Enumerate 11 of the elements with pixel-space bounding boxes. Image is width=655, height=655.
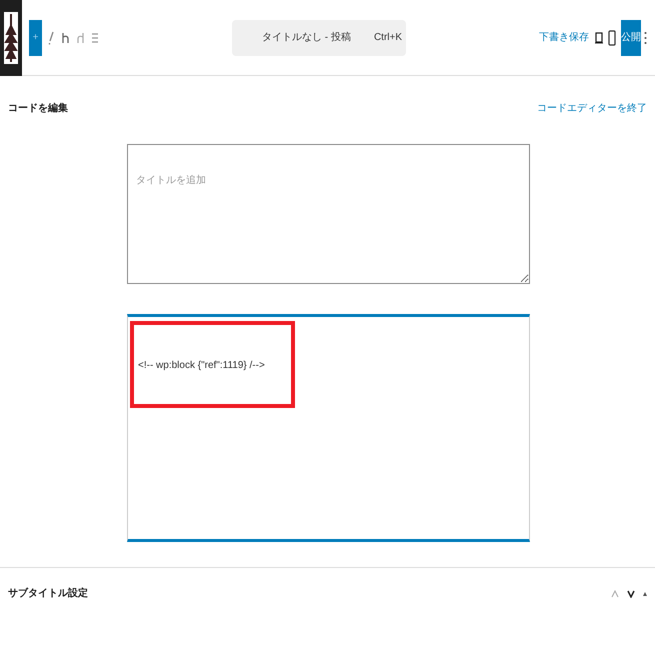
- code-editor-heading: コードを編集: [8, 102, 68, 116]
- code-field[interactable]: <!-- wp:block {"ref":1119} /-->: [127, 314, 530, 542]
- add-block-button[interactable]: +: [29, 20, 42, 56]
- shortcut-label: Ctrl+K: [374, 31, 402, 45]
- publish-button[interactable]: 公開: [621, 20, 641, 56]
- command-search-bar[interactable]: タイトルなし - 投稿 Ctrl+K: [232, 20, 406, 56]
- save-draft-button[interactable]: 下書き保存: [539, 30, 589, 45]
- title-field[interactable]: タイトルを追加: [127, 144, 530, 284]
- panel-title: サブタイトル設定: [8, 586, 88, 601]
- code-text: <!-- wp:block {"ref":1119} /-->: [138, 359, 265, 373]
- exit-code-editor-link[interactable]: コードエディターを終了: [537, 100, 647, 116]
